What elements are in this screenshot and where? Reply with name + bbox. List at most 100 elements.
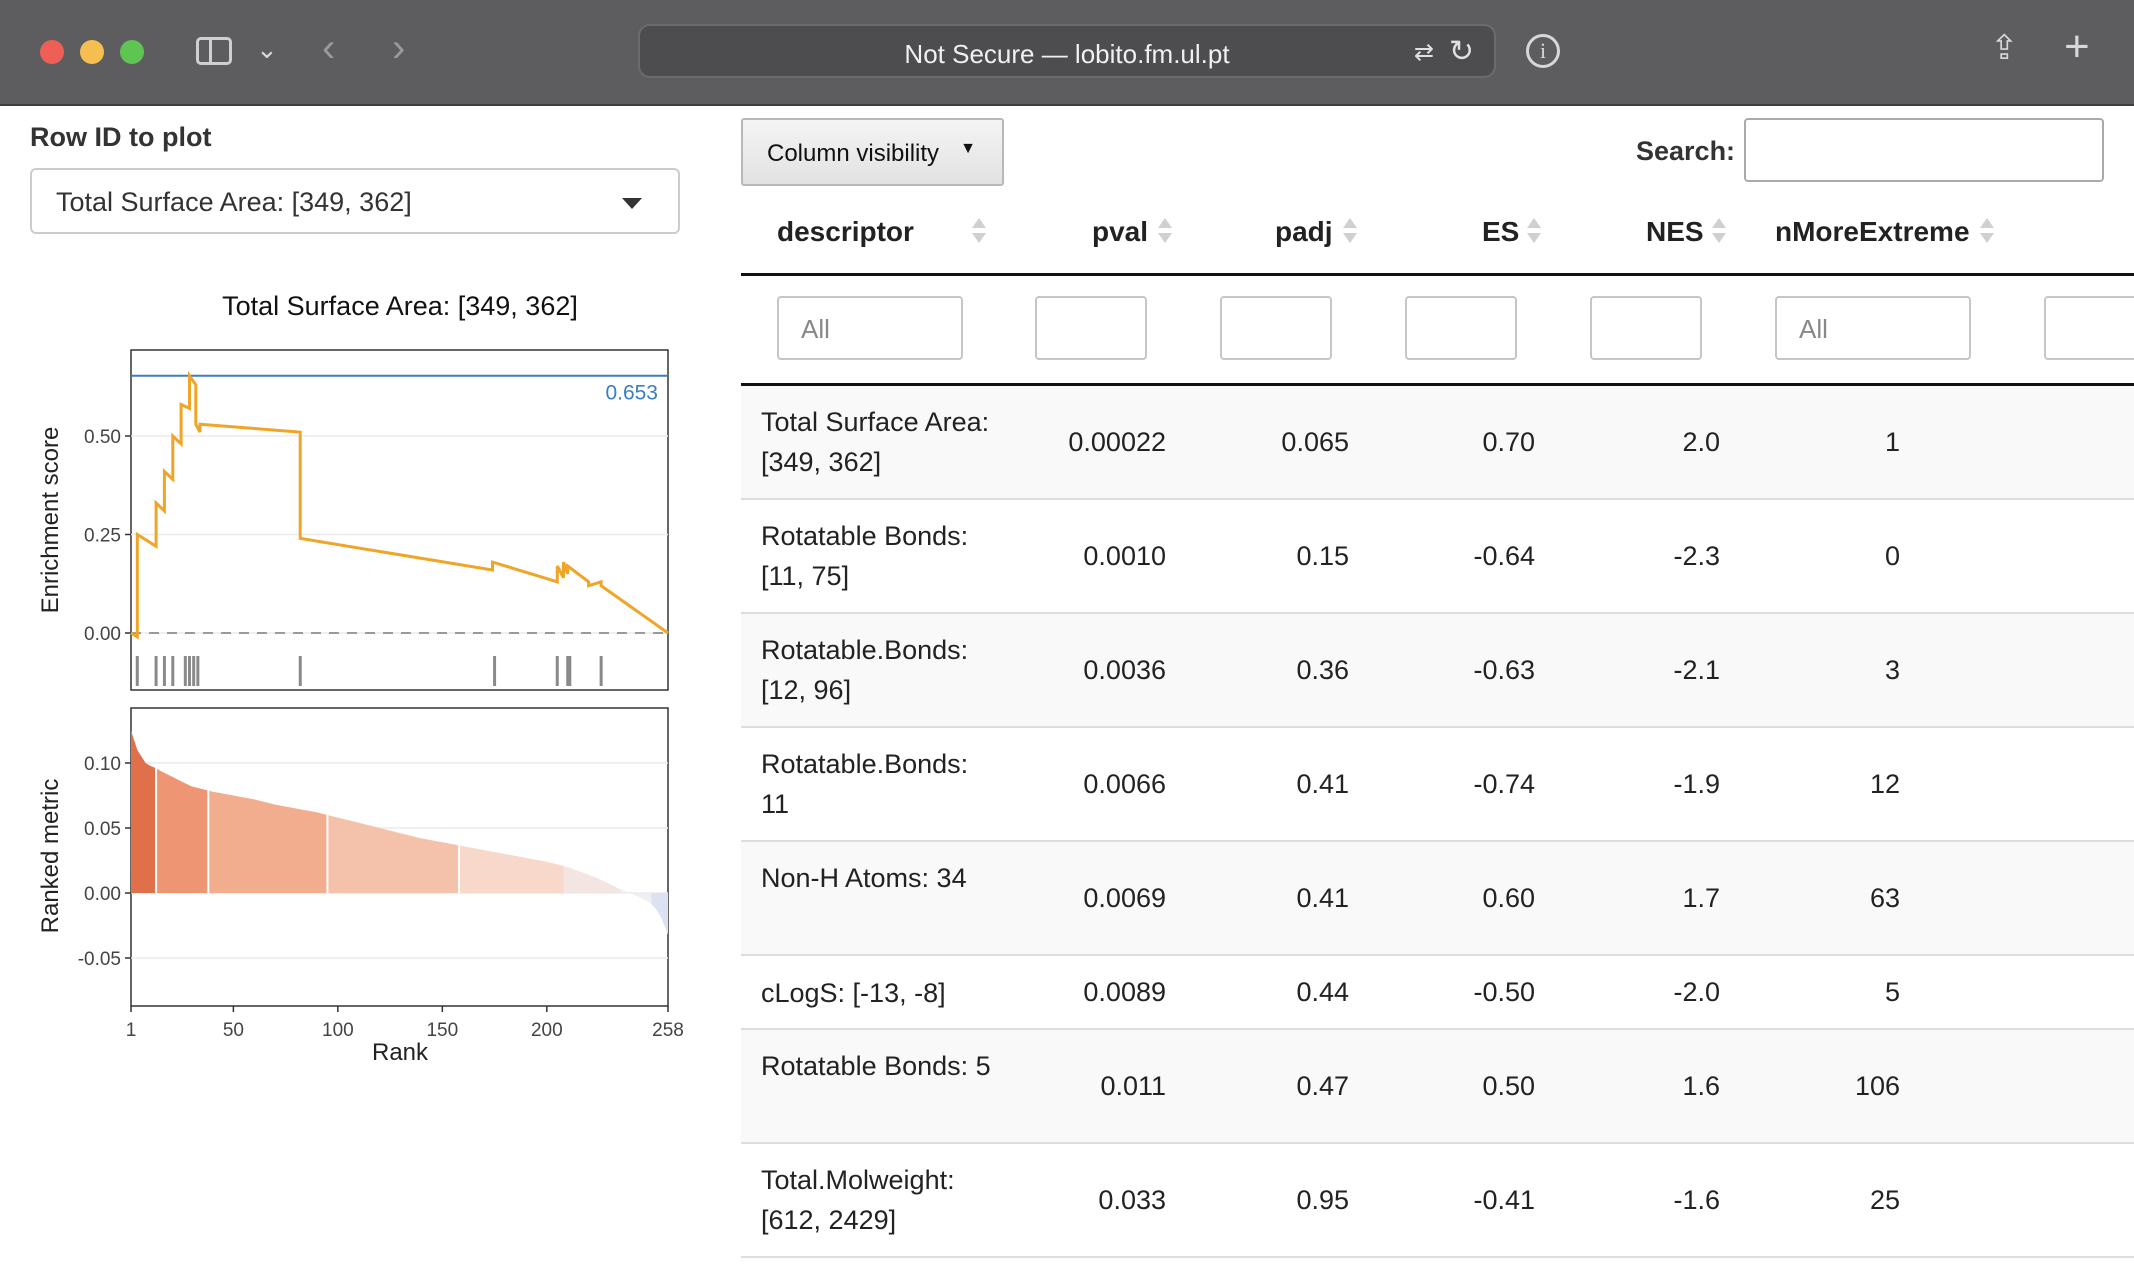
sort-icon[interactable] (1711, 218, 1727, 248)
table-row[interactable]: Non-H Atoms: 34 0.0069 0.41 0.60 1.7 63 (741, 842, 2134, 956)
caret-down-icon (622, 198, 642, 209)
row-id-label: Row ID to plot (30, 122, 212, 152)
cell-nes: -1.6 (1673, 1185, 1720, 1215)
table-row[interactable]: Rotatable Bonds: [11, 75] 0.0010 0.15 -0.64… (741, 500, 2134, 614)
cell-nes: -2.3 (1673, 541, 1720, 571)
table-row[interactable]: Rotatable.Bonds: 11 0.0066 0.41 -0.74 -1.9 12 (741, 728, 2134, 842)
sort-icon[interactable] (1526, 218, 1542, 248)
cell-padj: 0.065 (1281, 427, 1349, 457)
y-axis-label: Ranked metric (37, 779, 64, 934)
cell-nmoreextreme: 1 (1884, 427, 1900, 457)
results-table: descriptor pval padj ES NES nMoreExtreme… (741, 200, 2134, 1278)
cell-pval: 0.011 (1100, 1071, 1166, 1101)
column-header-padj[interactable]: padj (1275, 216, 1333, 248)
sort-icon[interactable] (971, 218, 987, 248)
y-tick-label: 0.50 (84, 427, 121, 448)
back-arrow-icon[interactable]: ‹ (322, 26, 335, 71)
cell-es: -0.74 (1473, 769, 1535, 799)
y-tick-label: 0.25 (84, 526, 121, 547)
column-header-es[interactable]: ES (1482, 216, 1519, 248)
column-visibility-button[interactable]: Column visibility ▼ (741, 118, 1004, 186)
x-tick-label: 200 (531, 1020, 563, 1041)
sort-icon[interactable] (1342, 218, 1358, 248)
cell-descriptor: Total.Molweight: [612, 2429] (761, 1165, 955, 1235)
cell-padj: 0.41 (1296, 883, 1349, 913)
cell-nmoreextreme: 12 (1869, 769, 1900, 799)
filter-nes[interactable] (1590, 296, 1702, 360)
table-row[interactable]: Total.Molweight: [612, 2429] 0.033 0.95 -0.… (741, 1144, 2134, 1258)
y-tick-label: 0.10 (84, 754, 121, 775)
share-icon[interactable]: ⇪ (1990, 28, 2019, 68)
cell-pval: 0.033 (1098, 1185, 1166, 1215)
url-text: Not Secure — lobito.fm.ul.pt (904, 39, 1230, 69)
max-es-label: 0.653 (605, 382, 658, 405)
zoom-window-button[interactable] (120, 40, 144, 64)
cell-pval: 0.00022 (1068, 427, 1166, 457)
enrichment-panel (130, 349, 669, 691)
table-row[interactable]: Rotatable.Bonds: [12, 96] 0.0036 0.36 -0.63… (741, 614, 2134, 728)
cell-descriptor: Rotatable Bonds: 5 (761, 1051, 991, 1081)
x-tick-label: 1 (126, 1020, 137, 1041)
chevron-down-icon[interactable]: ⌄ (256, 34, 278, 65)
table-row[interactable]: cLogS: [-13, -8] 0.0089 0.44 -0.50 -2.0 5 (741, 956, 2134, 1030)
caret-down-icon: ▼ (960, 140, 976, 157)
y-tick-label: 0.05 (84, 819, 121, 840)
cell-nmoreextreme: 0 (1884, 541, 1900, 571)
filter-pval[interactable] (1035, 296, 1147, 360)
cell-pval: 0.0089 (1083, 977, 1166, 1007)
filter-extra-column[interactable] (2044, 296, 2134, 360)
cell-descriptor: Rotatable Bonds: [11, 75] (761, 521, 969, 591)
column-header-pval[interactable]: pval (1092, 216, 1148, 248)
cell-descriptor: Rotatable.Bonds: [12, 96] (761, 635, 969, 705)
column-visibility-label: Column visibility (767, 140, 940, 167)
cell-nes: -2.1 (1673, 655, 1720, 685)
browser-toolbar: ⌄ ‹ › Not Secure — lobito.fm.ul.pt ⇄ ↻ i… (0, 0, 2134, 106)
cell-pval: 0.0066 (1083, 769, 1166, 799)
cell-es: 0.70 (1482, 427, 1535, 457)
cell-padj: 0.41 (1296, 769, 1349, 799)
filter-descriptor[interactable]: All (777, 296, 963, 360)
search-input[interactable] (1744, 118, 2104, 182)
header-divider (741, 273, 2134, 276)
cell-pval: 0.0010 (1083, 541, 1166, 571)
cell-es: -0.64 (1473, 541, 1535, 571)
forward-arrow-icon[interactable]: › (392, 26, 405, 71)
new-tab-icon[interactable]: + (2064, 22, 2090, 72)
x-tick-label: 100 (322, 1020, 354, 1041)
x-tick-label: 150 (426, 1020, 458, 1041)
column-header-descriptor[interactable]: descriptor (777, 216, 914, 248)
reload-icon[interactable]: ↻ (1449, 34, 1474, 69)
cell-nmoreextreme: 63 (1869, 883, 1900, 913)
minimize-window-button[interactable] (80, 40, 104, 64)
x-tick-label: 50 (223, 1020, 244, 1041)
row-id-select[interactable]: Total Surface Area: [349, 362] (30, 168, 680, 234)
y-tick-label: -0.05 (78, 949, 121, 970)
column-header-nmoreextreme[interactable]: nMoreExtreme (1775, 216, 1970, 248)
info-icon[interactable]: i (1526, 34, 1560, 68)
filter-es[interactable] (1405, 296, 1517, 360)
cell-es: -0.50 (1473, 977, 1535, 1007)
cell-descriptor: Total Surface Area: [349, 362] (761, 407, 990, 477)
column-header-nes[interactable]: NES (1646, 216, 1704, 248)
close-window-button[interactable] (40, 40, 64, 64)
cell-nes: 1.6 (1682, 1071, 1720, 1101)
x-axis-label: Rank (372, 1039, 429, 1066)
cell-es: 0.50 (1482, 1071, 1535, 1101)
cell-pval: 0.0069 (1083, 883, 1166, 913)
cell-nes: 2.0 (1682, 427, 1720, 457)
sidebar-toggle-icon[interactable] (196, 37, 232, 65)
cell-padj: 0.44 (1296, 977, 1349, 1007)
filter-padj[interactable] (1220, 296, 1332, 360)
table-row[interactable]: Rotatable Bonds: 5 0.011 0.47 0.50 1.6 106 (741, 1030, 2134, 1144)
row-id-select-value: Total Surface Area: [349, 362] (56, 187, 412, 217)
sort-icon[interactable] (1157, 218, 1173, 248)
cell-descriptor: cLogS: [-13, -8] (761, 978, 946, 1008)
sort-icon[interactable] (1979, 218, 1995, 248)
translate-icon[interactable]: ⇄ (1414, 38, 1434, 67)
cell-padj: 0.15 (1296, 541, 1349, 571)
address-bar[interactable]: Not Secure — lobito.fm.ul.pt ⇄ ↻ (638, 24, 1496, 78)
filter-nmoreextreme[interactable]: All (1775, 296, 1971, 360)
y-tick-label: 0.00 (84, 884, 121, 905)
table-row[interactable]: Total Surface Area: [349, 362] 0.00022 0.0… (741, 386, 2134, 500)
enrichment-plot: Total Surface Area: [349, 362] 0.00 0.25 0.… (37, 291, 684, 1066)
